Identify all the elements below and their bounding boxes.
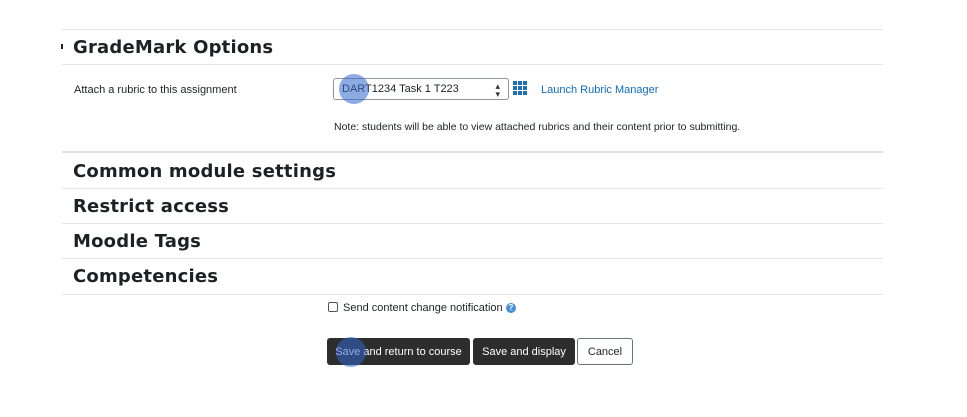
- launch-rubric-manager-link[interactable]: Launch Rubric Manager: [541, 84, 658, 96]
- click-indicator: [339, 74, 369, 104]
- rubric-label: Attach a rubric to this assignment: [74, 84, 237, 96]
- section-moodle-tags[interactable]: Moodle Tags: [73, 231, 201, 252]
- click-indicator: [336, 337, 366, 367]
- grid-icon[interactable]: [513, 81, 527, 95]
- save-and-display-button[interactable]: Save and display: [473, 338, 575, 365]
- notification-checkbox[interactable]: [328, 302, 338, 312]
- section-divider: [62, 64, 883, 65]
- rubric-note: Note: students will be able to view atta…: [334, 121, 741, 133]
- section-divider: [62, 151, 883, 153]
- section-competencies[interactable]: Competencies: [73, 266, 218, 287]
- section-divider: [62, 258, 883, 259]
- section-restrict-access[interactable]: Restrict access: [73, 196, 229, 217]
- collapse-indicator-icon[interactable]: [61, 44, 63, 49]
- question-circle-icon[interactable]: ?: [506, 303, 516, 313]
- top-divider: [62, 29, 883, 30]
- cancel-button[interactable]: Cancel: [577, 338, 633, 365]
- section-divider: [62, 294, 883, 295]
- section-common-module-settings[interactable]: Common module settings: [73, 161, 336, 182]
- notification-label[interactable]: Send content change notification: [343, 302, 503, 314]
- section-grademark-title[interactable]: GradeMark Options: [73, 37, 273, 58]
- select-caret-icon: ▴ ▾: [495, 81, 500, 99]
- section-divider: [62, 223, 883, 224]
- section-divider: [62, 188, 883, 189]
